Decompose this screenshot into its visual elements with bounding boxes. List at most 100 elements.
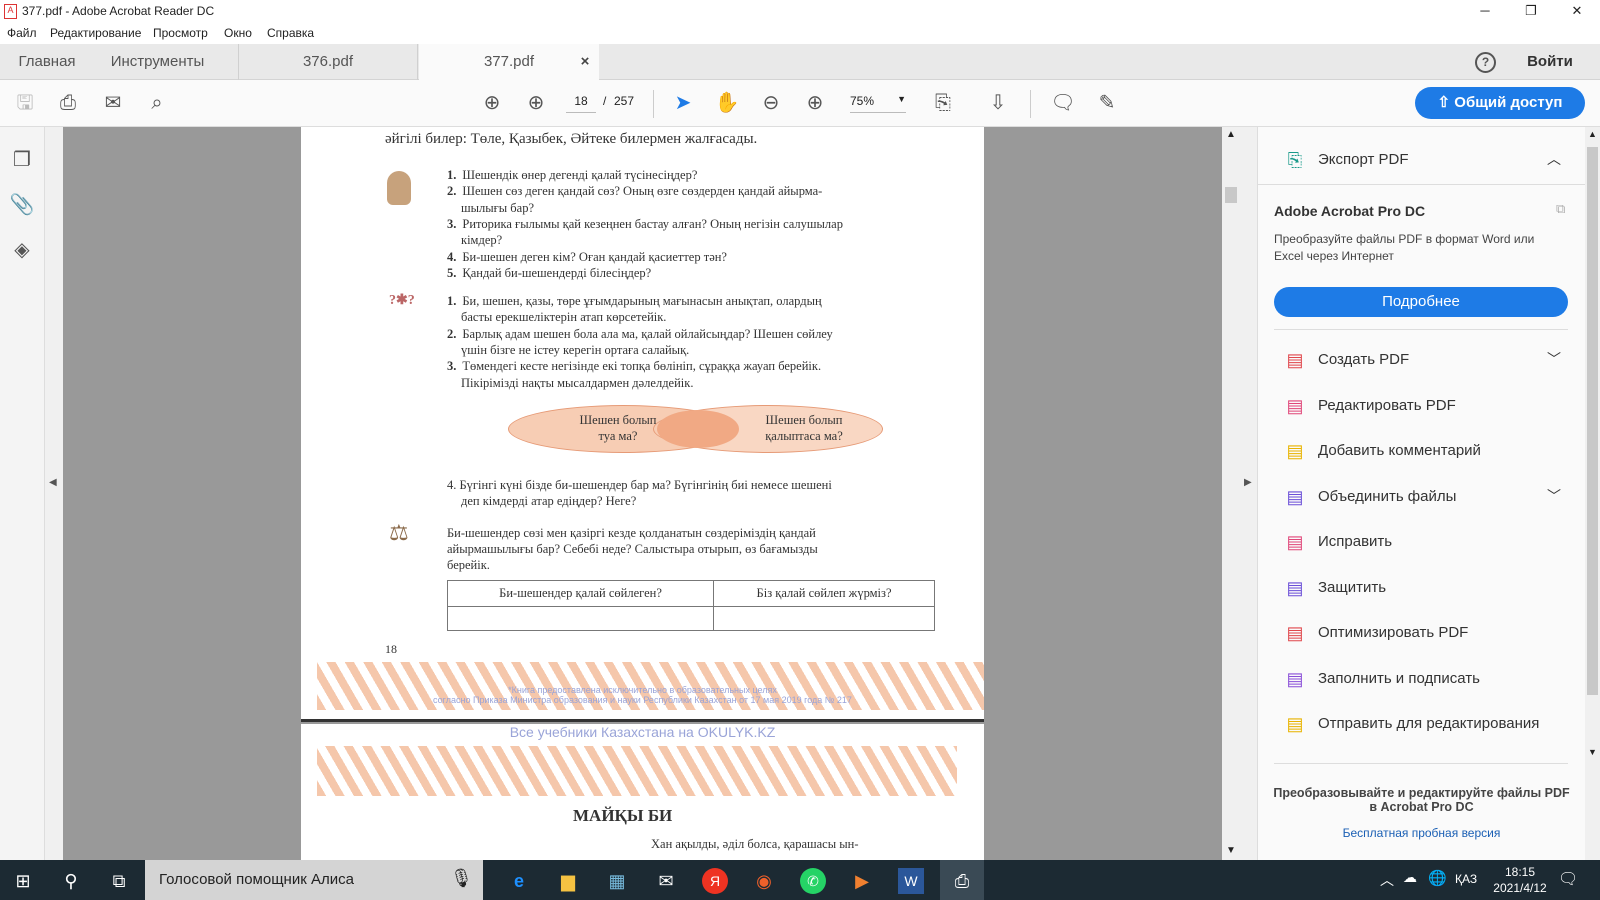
scroll-thumb[interactable] [1225, 187, 1237, 203]
page-number-input[interactable]: 18 [566, 94, 596, 113]
microphone-off-icon[interactable]: 🎙 [450, 868, 473, 889]
tool-item[interactable]: ▤ Объединить файлы ﹀ [1258, 476, 1585, 520]
next-page-icon[interactable]: ⊕ [523, 90, 549, 116]
tab-home[interactable]: Главная [8, 44, 86, 80]
print-icon[interactable]: ⎙ [55, 90, 81, 116]
panel-scrollbar[interactable]: ▲ ▼ [1585, 127, 1600, 860]
highlight-pen-icon[interactable]: ✎ [1094, 90, 1120, 116]
onedrive-icon[interactable]: ☁ [1403, 869, 1417, 886]
search-icon[interactable]: ⌕ [144, 90, 170, 116]
document-scrollbar[interactable]: ▲ ▼ [1222, 127, 1240, 860]
origin-icon[interactable]: ◉ [751, 868, 777, 894]
restore-button[interactable]: ❐ [1508, 0, 1554, 23]
clock[interactable]: 18:15 2021/4/12 [1490, 864, 1550, 896]
question-line: 4. Би-шешен деген кім? Оған қандай қасиет… [447, 249, 727, 265]
yandex-icon[interactable]: Я [702, 868, 728, 894]
network-icon[interactable]: 🌐 [1428, 869, 1447, 887]
question-number: 1. [447, 294, 457, 308]
title-bar: A 377.pdf - Adobe Acrobat Reader DC ─ ❐ … [0, 0, 1600, 23]
store-icon[interactable]: ▦ [604, 868, 630, 894]
tool-item[interactable]: ▤ Исправить [1258, 521, 1585, 565]
show-hidden-icons[interactable]: ︿ [1380, 870, 1394, 890]
close-window-button[interactable]: ✕ [1554, 0, 1600, 23]
tool-item[interactable]: ▤ Защитить [1258, 567, 1585, 611]
scroll-down-icon[interactable]: ▼ [1226, 845, 1236, 856]
zoom-in-icon[interactable]: ⊕ [802, 90, 828, 116]
language-indicator[interactable]: ҚАЗ [1455, 872, 1477, 886]
question-text: Барлық адам шешен бола ала ма, қалай ойл… [462, 326, 833, 341]
export-pdf-header[interactable]: ⎘ Экспорт PDF ︿ [1258, 139, 1585, 185]
share-button[interactable]: ⇧ Общий доступ [1415, 87, 1585, 119]
tool-item[interactable]: ▤ Создать PDF ﹀ [1258, 339, 1585, 383]
previous-page-icon[interactable]: ⊕ [479, 90, 505, 116]
help-icon[interactable]: ? [1475, 52, 1496, 73]
chevron-down-icon[interactable]: ﹀ [1547, 349, 1561, 369]
chevron-down-icon[interactable]: ﹀ [1547, 486, 1561, 506]
free-trial-link[interactable]: Бесплатная пробная версия [1258, 826, 1585, 840]
page-divider [301, 719, 984, 722]
attachments-icon[interactable]: 📎 [9, 192, 35, 218]
tab-377-pdf[interactable]: 377.pdf [419, 44, 599, 81]
select-tool-icon[interactable]: ➤ [670, 90, 696, 116]
sign-in-button[interactable]: Войти [1520, 44, 1580, 80]
left-panel-toggle[interactable]: ◀ [45, 127, 63, 860]
start-icon[interactable]: ⊞ [10, 868, 36, 894]
tool-item[interactable]: ▤ Оптимизировать PDF [1258, 612, 1585, 656]
scroll-mode-icon[interactable]: ⇩ [985, 90, 1011, 116]
acrobat-taskbar-button[interactable]: ⎙ [940, 860, 984, 900]
scroll-up-icon[interactable]: ▲ [1588, 129, 1597, 139]
tool-item[interactable]: ▤ Добавить комментарий [1258, 430, 1585, 474]
scroll-down-icon[interactable]: ▼ [1588, 747, 1597, 757]
email-icon[interactable]: ✉ [100, 90, 126, 116]
zoom-select[interactable]: 75% ▼ [850, 94, 906, 113]
close-tab-icon[interactable]: × [575, 44, 595, 80]
word-icon[interactable]: W [898, 868, 924, 894]
page-fit-icon[interactable]: ⎘ [930, 90, 956, 116]
right-panel-toggle[interactable]: ▶ [1240, 127, 1258, 860]
question-number: 3. [447, 216, 457, 231]
question-text: Шешендік өнер дегенді қалай түсінесіңдер… [462, 168, 698, 182]
learn-more-button[interactable]: Подробнее [1274, 287, 1568, 317]
page-text: Хан ақылды, әділ болса, қарашасы ын- [651, 837, 859, 851]
scroll-thumb[interactable] [1587, 147, 1598, 695]
zoom-out-icon[interactable]: ⊖ [758, 90, 784, 116]
question-line: 3. Риторика ғылымы қай кезеңнен бастау ал… [447, 216, 843, 232]
question-line: шылығы бар? [461, 200, 534, 216]
tool-item-label: Объединить файлы [1318, 487, 1457, 505]
layers-icon[interactable]: ◈ [9, 237, 35, 263]
edge-icon[interactable]: e [506, 868, 532, 894]
tab-376-pdf[interactable]: 376.pdf [238, 44, 418, 80]
menu-edit[interactable]: Редактирование [50, 26, 141, 40]
scroll-up-icon[interactable]: ▲ [1226, 129, 1236, 140]
tool-item[interactable]: ▤ Редактировать PDF [1258, 385, 1585, 429]
tool-item[interactable]: ▤ Отправить для редактирования [1258, 703, 1585, 747]
hand-tool-icon[interactable]: ✋ [714, 90, 740, 116]
question-text: Би-шешен деген кім? Оған қандай қасиетте… [462, 249, 727, 264]
menu-file[interactable]: Файл [7, 26, 37, 40]
search-icon[interactable]: ⚲ [58, 868, 84, 894]
menu-window[interactable]: Окно [224, 26, 252, 40]
comment-icon[interactable]: 🗨 [1050, 90, 1076, 116]
media-player-icon[interactable]: ▶ [849, 868, 875, 894]
save-icon[interactable]: 🖫 [12, 90, 38, 116]
combine-icon: ▤ [1286, 486, 1304, 507]
tab-tools[interactable]: Инструменты [100, 44, 215, 80]
whatsapp-icon[interactable]: ✆ [800, 868, 826, 894]
page-thumbnails-icon[interactable]: ❐ [9, 147, 35, 173]
voice-assistant-box[interactable]: Голосовой помощник Алиса 🎙 [145, 860, 483, 900]
menu-help[interactable]: Справка [267, 26, 314, 40]
page-separator: / [603, 94, 607, 108]
question-number: 2. [447, 326, 457, 341]
lightbulb-icon [387, 171, 411, 205]
thinking-head-icon: ?✱? [389, 293, 415, 308]
acrobat-icon: ⎙ [954, 871, 970, 891]
mail-icon[interactable]: ✉ [653, 868, 679, 894]
document-viewer[interactable]: әйгілі билер: Төле, Қазыбек, Әйтеке биле… [63, 127, 1222, 864]
file-explorer-icon[interactable]: ▆ [555, 868, 581, 894]
notifications-icon[interactable]: 🗨 [1558, 869, 1578, 889]
minimize-button[interactable]: ─ [1462, 0, 1508, 23]
tool-item[interactable]: ▤ Заполнить и подписать [1258, 658, 1585, 702]
question-line: 1. Шешендік өнер дегенді қалай түсінесіңд… [447, 167, 697, 183]
menu-view[interactable]: Просмотр [153, 26, 208, 40]
task-view-icon[interactable]: ⧉ [106, 868, 132, 894]
